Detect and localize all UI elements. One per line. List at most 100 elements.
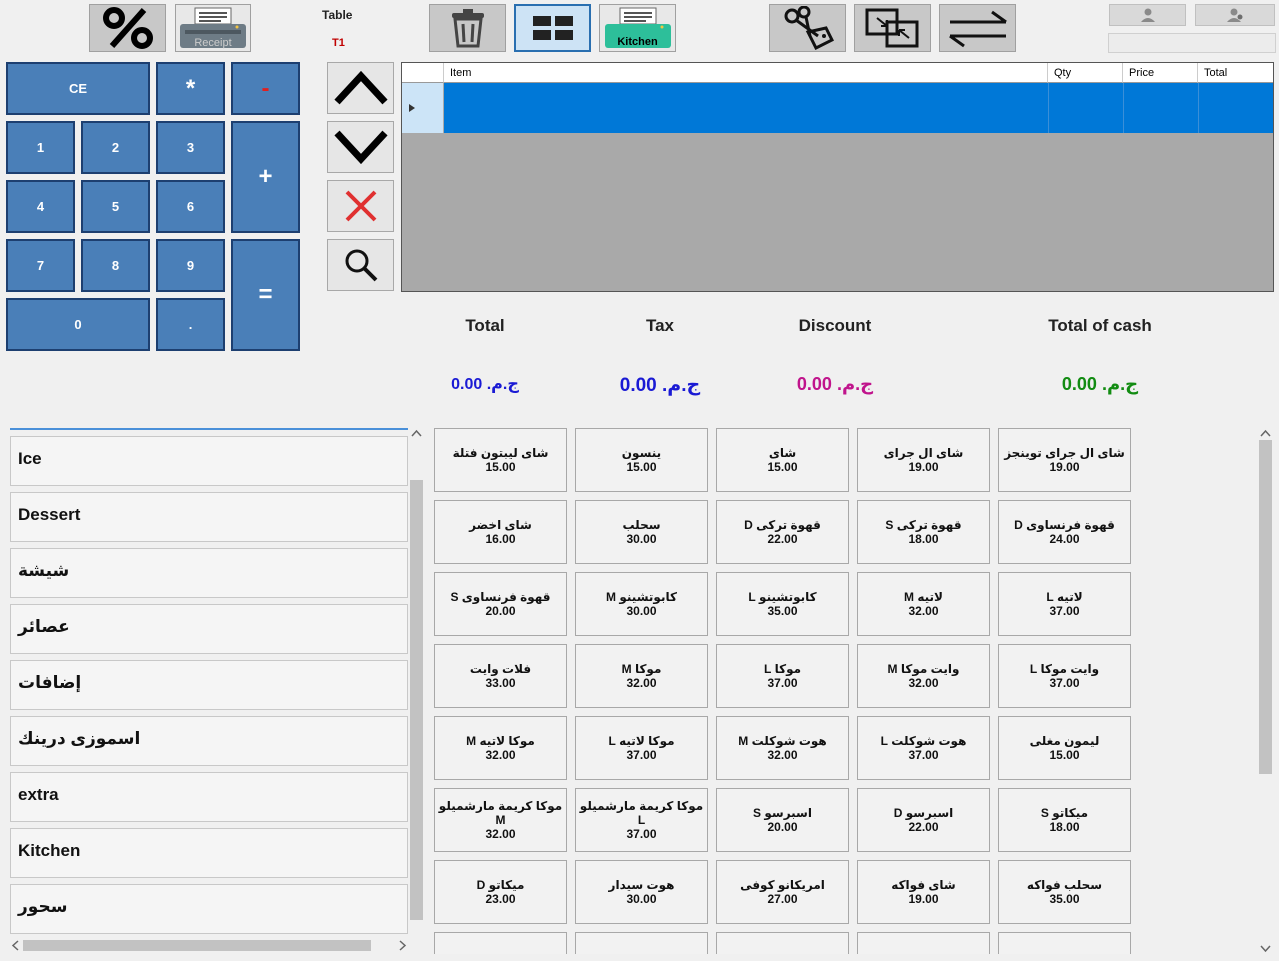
tables-view-button[interactable] bbox=[514, 4, 591, 52]
key-8[interactable]: 8 bbox=[81, 239, 150, 292]
product-button[interactable]: شاى ال جراى 19.00 bbox=[857, 428, 990, 492]
product-button[interactable]: شاى ليبتون فتلة 15.00 bbox=[434, 428, 567, 492]
category-item[interactable]: شيشة bbox=[10, 548, 408, 598]
product-button[interactable] bbox=[434, 932, 567, 954]
search-item-button[interactable] bbox=[327, 239, 394, 291]
product-button[interactable]: شاى اخضر 16.00 bbox=[434, 500, 567, 564]
category-item[interactable]: extra bbox=[10, 772, 408, 822]
order-grid[interactable]: Item Qty Price Total bbox=[401, 62, 1274, 292]
delete-order-button[interactable] bbox=[429, 4, 506, 52]
product-button[interactable]: موكا كريمة مارشميلو L 37.00 bbox=[575, 788, 708, 852]
user-input[interactable] bbox=[1108, 33, 1276, 53]
key-3[interactable]: 3 bbox=[156, 121, 225, 174]
category-item[interactable]: إضافات bbox=[10, 660, 408, 710]
key-multiply[interactable]: * bbox=[156, 62, 225, 115]
remove-item-button[interactable] bbox=[327, 180, 394, 232]
product-button[interactable]: موكا لاتيه L 37.00 bbox=[575, 716, 708, 780]
category-scroll-thumb[interactable] bbox=[410, 480, 423, 920]
product-button[interactable]: قهوة فرنساوى S 20.00 bbox=[434, 572, 567, 636]
category-item[interactable]: اسموزى درينك bbox=[10, 716, 408, 766]
key-5[interactable]: 5 bbox=[81, 180, 150, 233]
product-button[interactable]: سحلب 30.00 bbox=[575, 500, 708, 564]
product-button[interactable]: ميكاتو D 23.00 bbox=[434, 860, 567, 924]
key-dot[interactable]: . bbox=[156, 298, 225, 351]
move-up-button[interactable] bbox=[327, 62, 394, 114]
column-price[interactable]: Price bbox=[1123, 63, 1198, 83]
table-row[interactable] bbox=[444, 83, 1273, 133]
product-button[interactable] bbox=[716, 932, 849, 954]
product-button[interactable]: قهوة تركى D 22.00 bbox=[716, 500, 849, 564]
category-item[interactable]: Ice bbox=[10, 436, 408, 486]
discount-value: ج.م. 0.00 bbox=[796, 374, 874, 394]
product-button[interactable]: كابوتشينو L 35.00 bbox=[716, 572, 849, 636]
product-button[interactable]: سحلب فواكه 35.00 bbox=[998, 860, 1131, 924]
product-button[interactable]: هوت سيدار 30.00 bbox=[575, 860, 708, 924]
key-ce[interactable]: CE bbox=[6, 62, 150, 115]
key-0[interactable]: 0 bbox=[6, 298, 150, 351]
row-selector[interactable] bbox=[402, 83, 444, 133]
category-h-scroll-thumb[interactable] bbox=[23, 940, 371, 951]
scroll-down-arrow-icon bbox=[1260, 945, 1271, 953]
key-1[interactable]: 1 bbox=[6, 121, 75, 174]
column-qty[interactable]: Qty bbox=[1048, 63, 1123, 83]
key-minus[interactable]: - bbox=[231, 62, 300, 115]
product-button[interactable] bbox=[998, 932, 1131, 954]
receipt-label: Receipt bbox=[194, 37, 232, 49]
product-name: قهوة تركى S bbox=[885, 518, 962, 532]
product-button[interactable] bbox=[857, 932, 990, 954]
key-2[interactable]: 2 bbox=[81, 121, 150, 174]
user-button[interactable] bbox=[1109, 4, 1186, 26]
product-button[interactable]: هوت شوكلت L 37.00 bbox=[857, 716, 990, 780]
key-7[interactable]: 7 bbox=[6, 239, 75, 292]
category-item[interactable]: سحور bbox=[10, 884, 408, 934]
column-total[interactable]: Total bbox=[1198, 63, 1273, 83]
move-down-button[interactable] bbox=[327, 121, 394, 173]
kitchen-print-button[interactable]: Kitchen bbox=[599, 4, 676, 52]
product-button[interactable]: قهوة فرنساوى D 24.00 bbox=[998, 500, 1131, 564]
product-button[interactable]: وايت موكا L 37.00 bbox=[998, 644, 1131, 708]
product-button[interactable]: موكا M 32.00 bbox=[575, 644, 708, 708]
category-item[interactable]: Dessert bbox=[10, 492, 408, 542]
category-item[interactable]: Kitchen bbox=[10, 828, 408, 878]
user-settings-button[interactable] bbox=[1195, 4, 1275, 26]
category-list[interactable]: Ice Dessert شيشة عصائر إضافات اسموزى درينك ext… bbox=[10, 428, 408, 936]
product-button[interactable]: وايت موكا M 32.00 bbox=[857, 644, 990, 708]
discount-percent-button[interactable] bbox=[89, 4, 166, 52]
product-button[interactable]: اسبرسو D 22.00 bbox=[857, 788, 990, 852]
product-scrollbar[interactable] bbox=[1257, 426, 1274, 956]
category-item[interactable]: عصائر bbox=[10, 604, 408, 654]
category-h-scrollbar[interactable] bbox=[8, 937, 410, 954]
product-button[interactable]: هوت شوكلت M 32.00 bbox=[716, 716, 849, 780]
product-button[interactable]: شاى ال جراى توينجز 19.00 bbox=[998, 428, 1131, 492]
product-button[interactable]: كابوتشينو M 30.00 bbox=[575, 572, 708, 636]
transfer-table-button[interactable] bbox=[939, 4, 1016, 52]
product-button[interactable] bbox=[575, 932, 708, 954]
category-scrollbar[interactable] bbox=[409, 426, 424, 936]
product-scroll-thumb[interactable] bbox=[1259, 440, 1272, 774]
product-button[interactable]: امريكانو كوفى 27.00 bbox=[716, 860, 849, 924]
product-grid[interactable]: شاى ال جراى توينجز 19.00 شاى ال جراى 19.00 ش… bbox=[430, 426, 1250, 954]
product-button[interactable]: لاتيه M 32.00 bbox=[857, 572, 990, 636]
product-button[interactable]: ينسون 15.00 bbox=[575, 428, 708, 492]
product-button[interactable]: شاى فواكه 19.00 bbox=[857, 860, 990, 924]
product-price: 35.00 bbox=[767, 604, 798, 618]
key-plus[interactable]: + bbox=[231, 121, 300, 233]
product-button[interactable]: ليمون مغلى 15.00 bbox=[998, 716, 1131, 780]
product-button[interactable]: اسبرسو S 20.00 bbox=[716, 788, 849, 852]
product-button[interactable]: قهوة تركى S 18.00 bbox=[857, 500, 990, 564]
product-button[interactable]: موكا L 37.00 bbox=[716, 644, 849, 708]
key-9[interactable]: 9 bbox=[156, 239, 225, 292]
key-6[interactable]: 6 bbox=[156, 180, 225, 233]
product-button[interactable]: شاى 15.00 bbox=[716, 428, 849, 492]
product-button[interactable]: ميكاتو S 18.00 bbox=[998, 788, 1131, 852]
product-button[interactable]: موكا كريمة مارشميلو M 32.00 bbox=[434, 788, 567, 852]
column-item[interactable]: Item bbox=[444, 63, 1048, 83]
product-button[interactable]: فلات وايت 33.00 bbox=[434, 644, 567, 708]
product-button[interactable]: لاتيه L 37.00 bbox=[998, 572, 1131, 636]
receipt-button[interactable]: Receipt bbox=[175, 4, 251, 52]
product-button[interactable]: موكا لاتيه M 32.00 bbox=[434, 716, 567, 780]
split-order-button[interactable] bbox=[769, 4, 846, 52]
key-4[interactable]: 4 bbox=[6, 180, 75, 233]
key-equals[interactable]: = bbox=[231, 239, 300, 351]
merge-tables-button[interactable] bbox=[854, 4, 931, 52]
